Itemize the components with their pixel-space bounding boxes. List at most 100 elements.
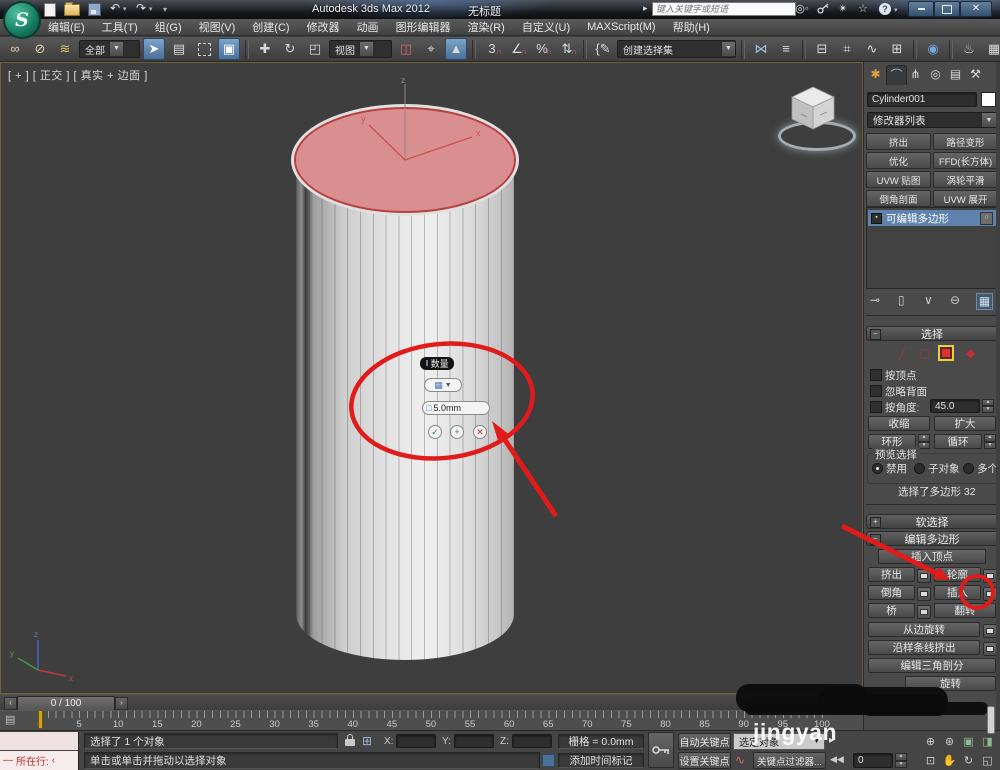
curve-editor-icon[interactable]: ∿	[861, 38, 883, 60]
selection-lock-icon[interactable]	[345, 739, 355, 746]
spinner-up-icon[interactable]: ▲	[982, 399, 994, 406]
app-logo-button[interactable]: S	[3, 1, 41, 39]
select-by-name-icon[interactable]: ▤	[168, 38, 190, 60]
select-and-rotate-icon[interactable]: ↻	[279, 38, 301, 60]
grow-button[interactable]: 扩大	[934, 416, 996, 431]
ignore-backfacing-checkbox[interactable]	[870, 385, 882, 397]
viewport-label[interactable]: [ + ] [ 正交 ] [ 真实 + 边面 ]	[8, 67, 148, 83]
caddy-poly-group-dropdown[interactable]: ▦▼	[424, 378, 462, 392]
help-icon[interactable]: ?	[876, 2, 894, 16]
material-editor-icon[interactable]: ◉	[922, 38, 944, 60]
angle-snap-icon[interactable]: ∠∩	[506, 38, 528, 60]
selection-filter-dropdown[interactable]: 全部▼	[79, 40, 140, 58]
by-angle-spinner[interactable]: ▲▼	[982, 399, 994, 413]
bevel-button[interactable]: 倒角	[868, 585, 915, 600]
border-subobject-icon[interactable]: ▢	[916, 345, 933, 361]
bind-to-spacewarp-icon[interactable]: ≋	[54, 38, 76, 60]
extrude-along-spline-button[interactable]: 沿样条线挤出	[868, 640, 980, 655]
select-and-manipulate-icon[interactable]: ⌖	[420, 38, 442, 60]
select-object-button[interactable]: ➤	[143, 38, 165, 60]
maximize-button[interactable]	[934, 1, 960, 17]
by-vertex-checkbox[interactable]	[870, 369, 882, 381]
stack-item-editable-poly[interactable]: ▪ 可编辑多边形 ○	[868, 210, 996, 226]
menu-item[interactable]: 工具(T)	[102, 19, 138, 35]
x-coord-field[interactable]	[396, 734, 436, 748]
undo-dropdown-icon[interactable]: ▾	[123, 5, 127, 13]
pan-hand-icon[interactable]: ✋	[941, 753, 958, 769]
tab-display[interactable]: ▤	[946, 65, 965, 84]
minimize-button[interactable]	[908, 1, 934, 17]
rendered-frame-window-icon[interactable]: ▦	[983, 38, 1000, 60]
caddy-cancel-button[interactable]: ✕	[473, 425, 487, 439]
loop-button[interactable]: 循环	[934, 434, 982, 449]
key-filters-button[interactable]: 关键点过滤器...	[753, 752, 826, 769]
inset-settings-button[interactable]	[983, 587, 997, 601]
outline-button[interactable]: 轮廓	[934, 567, 981, 582]
tab-motion[interactable]: ◎	[926, 65, 945, 84]
keyboard-shortcut-override-button[interactable]	[648, 732, 674, 768]
current-frame-field[interactable]: 0	[853, 753, 893, 768]
bridge-button[interactable]: 桥	[868, 603, 915, 618]
extrude-along-spline-settings-button[interactable]	[983, 642, 997, 656]
inset-button[interactable]: 插入	[934, 585, 981, 600]
preview-multi-radio[interactable]: 多个	[963, 461, 998, 476]
close-button[interactable]: ✕	[960, 1, 992, 17]
use-pivot-center-icon[interactable]: ◫	[395, 38, 417, 60]
tab-utilities[interactable]: ⚒	[966, 65, 985, 84]
key-filters-curve-icon[interactable]: ∿	[735, 753, 745, 767]
polygon-subobject-icon-active[interactable]	[938, 345, 954, 361]
menu-item[interactable]: MAXScript(M)	[587, 21, 655, 33]
hinge-from-edge-button[interactable]: 从边旋转	[868, 622, 980, 637]
zoom-extents-icon[interactable]: ▣	[960, 734, 977, 750]
snaps-toggle-icon[interactable]: 3∩	[481, 38, 503, 60]
modifier-shortcut-button[interactable]: 路径变形	[933, 133, 998, 150]
show-end-result-icon[interactable]: ▯	[898, 293, 905, 307]
render-setup-icon[interactable]: ♨	[958, 38, 980, 60]
caddy-title-pill[interactable]: ‖数量	[420, 357, 454, 370]
tab-hierarchy[interactable]: ⋔	[906, 65, 925, 84]
modifier-shortcut-button[interactable]: 优化	[866, 152, 931, 169]
remove-modifier-icon[interactable]: ⊖	[950, 293, 960, 307]
modifier-shortcut-button[interactable]: FFD(长方体)	[933, 152, 998, 169]
loop-spinner[interactable]: ▲▼	[984, 434, 996, 449]
auto-key-button[interactable]: 自动关键点	[678, 733, 731, 750]
spinner-down-icon[interactable]: ▼	[982, 406, 994, 413]
frame-spinner[interactable]: ▲▼	[895, 753, 907, 768]
help-dropdown-icon[interactable]: ▾	[894, 6, 898, 14]
rollout-soft-selection-header[interactable]: +软选择	[866, 514, 998, 529]
qat-open-button[interactable]	[64, 4, 80, 16]
mirror-icon[interactable]: ⋈	[750, 38, 772, 60]
rectangular-selection-region-icon[interactable]	[193, 38, 215, 60]
configure-modifier-sets-icon[interactable]: ▦	[976, 293, 993, 310]
spinner-snap-icon[interactable]: ⇅∩	[556, 38, 578, 60]
rollout-selection-header[interactable]: −选择	[866, 326, 998, 341]
insert-vertex-button[interactable]: 插入顶点	[878, 549, 986, 564]
time-tag-icon[interactable]	[542, 754, 555, 767]
favorites-star-icon[interactable]: ☆	[854, 2, 872, 16]
edit-named-selection-sets-icon[interactable]: {✎	[592, 38, 614, 60]
current-frame-marker[interactable]	[38, 710, 43, 729]
object-name-field[interactable]: Cylinder001	[867, 92, 977, 107]
open-mini-curve-editor-icon[interactable]: ▤	[5, 713, 15, 726]
bevel-settings-button[interactable]	[917, 587, 931, 601]
menu-item[interactable]: 帮助(H)	[673, 19, 710, 35]
by-angle-checkbox[interactable]	[870, 401, 882, 413]
layer-manager-icon[interactable]: ⊟	[811, 38, 833, 60]
align-icon[interactable]: ≡	[775, 38, 797, 60]
qat-customize-dropdown-icon[interactable]: ▾	[163, 5, 167, 14]
rollout-edit-polygons-header[interactable]: −编辑多边形	[866, 531, 998, 546]
scroll-handle[interactable]	[987, 706, 995, 734]
maxscript-mini-listener[interactable]	[0, 732, 79, 750]
add-time-tag-field[interactable]: 添加时间标记	[558, 753, 644, 768]
menu-item[interactable]: 组(G)	[155, 19, 182, 35]
spinner-down-icon[interactable]: ▼	[895, 761, 907, 769]
menu-item[interactable]: 自定义(U)	[522, 19, 570, 35]
menu-item[interactable]: 渲染(R)	[468, 19, 505, 35]
select-and-move-icon[interactable]: ✚	[254, 38, 276, 60]
spinner-down-icon[interactable]: ▼	[984, 442, 996, 450]
caddy-amount-field[interactable]: □5.0mm	[422, 401, 490, 415]
modifier-shortcut-button[interactable]: 涡轮平滑	[933, 171, 998, 188]
make-unique-icon[interactable]: ∨	[924, 293, 933, 307]
search-binoculars-icon[interactable]: ◎◦	[793, 2, 811, 16]
menu-item[interactable]: 视图(V)	[199, 19, 236, 35]
